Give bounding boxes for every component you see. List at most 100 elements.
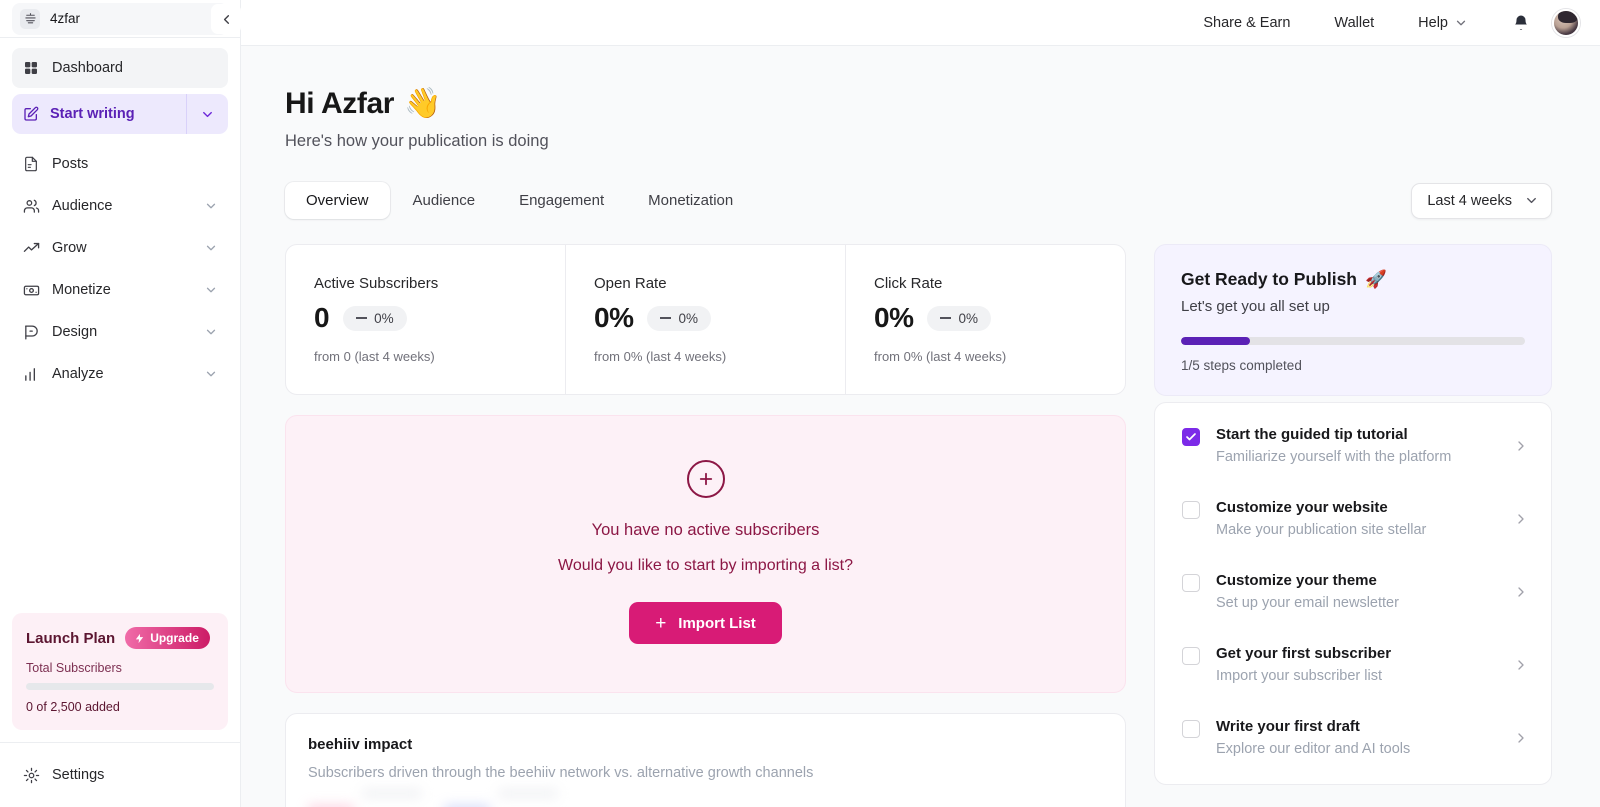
chevron-down-icon xyxy=(204,367,218,381)
sidebar-item-label: Audience xyxy=(52,198,113,214)
gear-icon xyxy=(22,766,40,784)
checkbox-unchecked-icon[interactable] xyxy=(1182,720,1200,738)
checklist-item-guided-tutorial[interactable]: Start the guided tip tutorial Familiariz… xyxy=(1155,409,1551,482)
stat-row: 0% 0% xyxy=(594,302,817,334)
stat-value: 0% xyxy=(874,302,914,333)
dashboard-columns: Active Subscribers 0 0% from 0 (last 4 w… xyxy=(285,244,1552,807)
upgrade-label: Upgrade xyxy=(150,631,199,645)
sidebar-item-label: Grow xyxy=(52,240,87,256)
chevron-right-icon xyxy=(1513,511,1529,527)
stat-footnote: from 0% (last 4 weeks) xyxy=(874,349,1007,364)
settings-row: Settings xyxy=(0,742,240,807)
top-link-label: Wallet xyxy=(1334,14,1375,31)
people-icon xyxy=(22,197,40,215)
dash-flat-icon xyxy=(940,317,952,319)
empty-subscribers-card: You have no active subscribers Would you… xyxy=(285,415,1126,693)
start-writing-label: Start writing xyxy=(50,106,135,122)
sidebar-item-grow[interactable]: Grow xyxy=(12,228,228,268)
beehiiv-logo-icon xyxy=(20,8,40,29)
start-writing-button[interactable]: Start writing xyxy=(12,94,228,134)
empty-heading: You have no active subscribers xyxy=(591,521,820,539)
sidebar-item-dashboard[interactable]: Dashboard xyxy=(12,48,228,88)
chevron-down-icon xyxy=(204,325,218,339)
start-writing-main[interactable]: Start writing xyxy=(12,94,186,134)
page-title: Hi Azfar 👋 xyxy=(285,86,1552,121)
sidebar-item-label: Analyze xyxy=(52,366,104,382)
tab-overview[interactable]: Overview xyxy=(285,182,390,219)
checkbox-unchecked-icon[interactable] xyxy=(1182,647,1200,665)
plan-subscribers-label: Total Subscribers xyxy=(26,661,122,675)
page-subtitle: Here's how your publication is doing xyxy=(285,132,549,150)
checklist-item-first-draft[interactable]: Write your first draft Explore our edito… xyxy=(1155,701,1551,774)
top-link-share-and-earn[interactable]: Share & Earn xyxy=(1181,0,1312,46)
beehiiv-impact-card: beehiiv impact Subscribers driven throug… xyxy=(285,713,1126,807)
impact-title: beehiiv impact xyxy=(308,736,413,753)
stat-row: 0 0% xyxy=(314,302,537,334)
workspace-name: 4zfar xyxy=(50,11,81,26)
main-area: Share & Earn Wallet Help Hi Azfar 👋 Here… xyxy=(241,0,1600,807)
top-link-help[interactable]: Help xyxy=(1396,0,1490,46)
tab-engagement[interactable]: Engagement xyxy=(498,182,625,219)
page-content: Hi Azfar 👋 Here's how your publication i… xyxy=(241,46,1600,807)
chevron-down-icon xyxy=(1456,20,1466,25)
sidebar-item-audience[interactable]: Audience xyxy=(12,186,228,226)
checkbox-unchecked-icon[interactable] xyxy=(1182,501,1200,519)
import-list-button[interactable]: + Import List xyxy=(629,602,782,644)
sidebar-item-analyze[interactable]: Analyze xyxy=(12,354,228,394)
publish-progress-bar xyxy=(1181,337,1525,345)
chevron-right-icon xyxy=(1513,730,1529,746)
publish-steps-label: 1/5 steps completed xyxy=(1181,358,1302,373)
checklist-item-subtitle: Explore our editor and AI tools xyxy=(1216,741,1411,757)
dash-flat-icon xyxy=(660,317,672,319)
notifications-button[interactable] xyxy=(1504,6,1538,40)
plan-count-label: 0 of 2,500 added xyxy=(26,700,120,714)
chevron-down-icon xyxy=(204,283,218,297)
empty-prompt: Would you like to start by importing a l… xyxy=(558,557,853,574)
sidebar-item-settings[interactable]: Settings xyxy=(12,755,228,795)
dash-flat-icon xyxy=(356,317,368,319)
checklist-item-body: Customize your website Make your publica… xyxy=(1216,499,1497,538)
tab-audience[interactable]: Audience xyxy=(392,182,497,219)
plan-header: Launch Plan Upgrade xyxy=(26,627,214,649)
checklist-item-customize-website[interactable]: Customize your website Make your publica… xyxy=(1155,482,1551,555)
greeting-text: Hi Azfar xyxy=(285,86,395,120)
plan-progress-bar xyxy=(26,683,214,690)
document-icon xyxy=(22,155,40,173)
delta-value: 0% xyxy=(678,310,698,326)
get-ready-to-publish-card: Get Ready to Publish 🚀 Let's get you all… xyxy=(1154,244,1552,396)
checkbox-checked-icon[interactable] xyxy=(1182,428,1200,446)
checkbox-unchecked-icon[interactable] xyxy=(1182,574,1200,592)
tab-monetization[interactable]: Monetization xyxy=(627,182,754,219)
start-writing-dropdown[interactable] xyxy=(186,94,228,134)
chevron-down-icon xyxy=(204,199,218,213)
sidebar-item-monetize[interactable]: Monetize xyxy=(12,270,228,310)
sidebar-item-label: Settings xyxy=(52,767,105,783)
checklist-item-first-subscriber[interactable]: Get your first subscriber Import your su… xyxy=(1155,628,1551,701)
stat-value: 0% xyxy=(594,302,634,333)
checklist-item-body: Write your first draft Explore our edito… xyxy=(1216,718,1497,757)
sidebar-item-posts[interactable]: Posts xyxy=(12,144,228,184)
checklist-item-title: Get your first subscriber xyxy=(1216,645,1392,662)
stat-open-rate: Open Rate 0% 0% from 0% (last 4 weeks) xyxy=(565,245,845,394)
grid-dashboard-icon xyxy=(22,59,40,77)
stat-click-rate: Click Rate 0% 0% from 0% (last 4 weeks) xyxy=(845,245,1125,394)
date-range-select[interactable]: Last 4 weeks xyxy=(1411,182,1552,219)
avatar[interactable] xyxy=(1552,8,1580,37)
chevron-right-icon xyxy=(1513,657,1529,673)
workspace-switcher[interactable]: 4zfar xyxy=(12,2,228,35)
checklist-item-title: Start the guided tip tutorial xyxy=(1216,426,1408,443)
sidebar-collapse-button[interactable] xyxy=(211,4,241,34)
sidebar-item-design[interactable]: Design xyxy=(12,312,228,352)
checklist-item-customize-theme[interactable]: Customize your theme Set up your email n… xyxy=(1155,555,1551,628)
checklist-item-subtitle: Familiarize yourself with the platform xyxy=(1216,449,1452,465)
plan-card: Launch Plan Upgrade Total Subscribers 0 … xyxy=(12,613,228,730)
checklist-item-body: Start the guided tip tutorial Familiariz… xyxy=(1216,426,1497,465)
right-column: Get Ready to Publish 🚀 Let's get you all… xyxy=(1154,244,1552,785)
top-link-wallet[interactable]: Wallet xyxy=(1312,0,1396,46)
sidebar-nav: Dashboard Start writing Posts Audience G… xyxy=(0,38,240,396)
chevron-right-icon xyxy=(1513,584,1529,600)
upgrade-button[interactable]: Upgrade xyxy=(125,627,210,649)
delta-value: 0% xyxy=(374,310,394,326)
stat-title: Click Rate xyxy=(874,275,943,292)
